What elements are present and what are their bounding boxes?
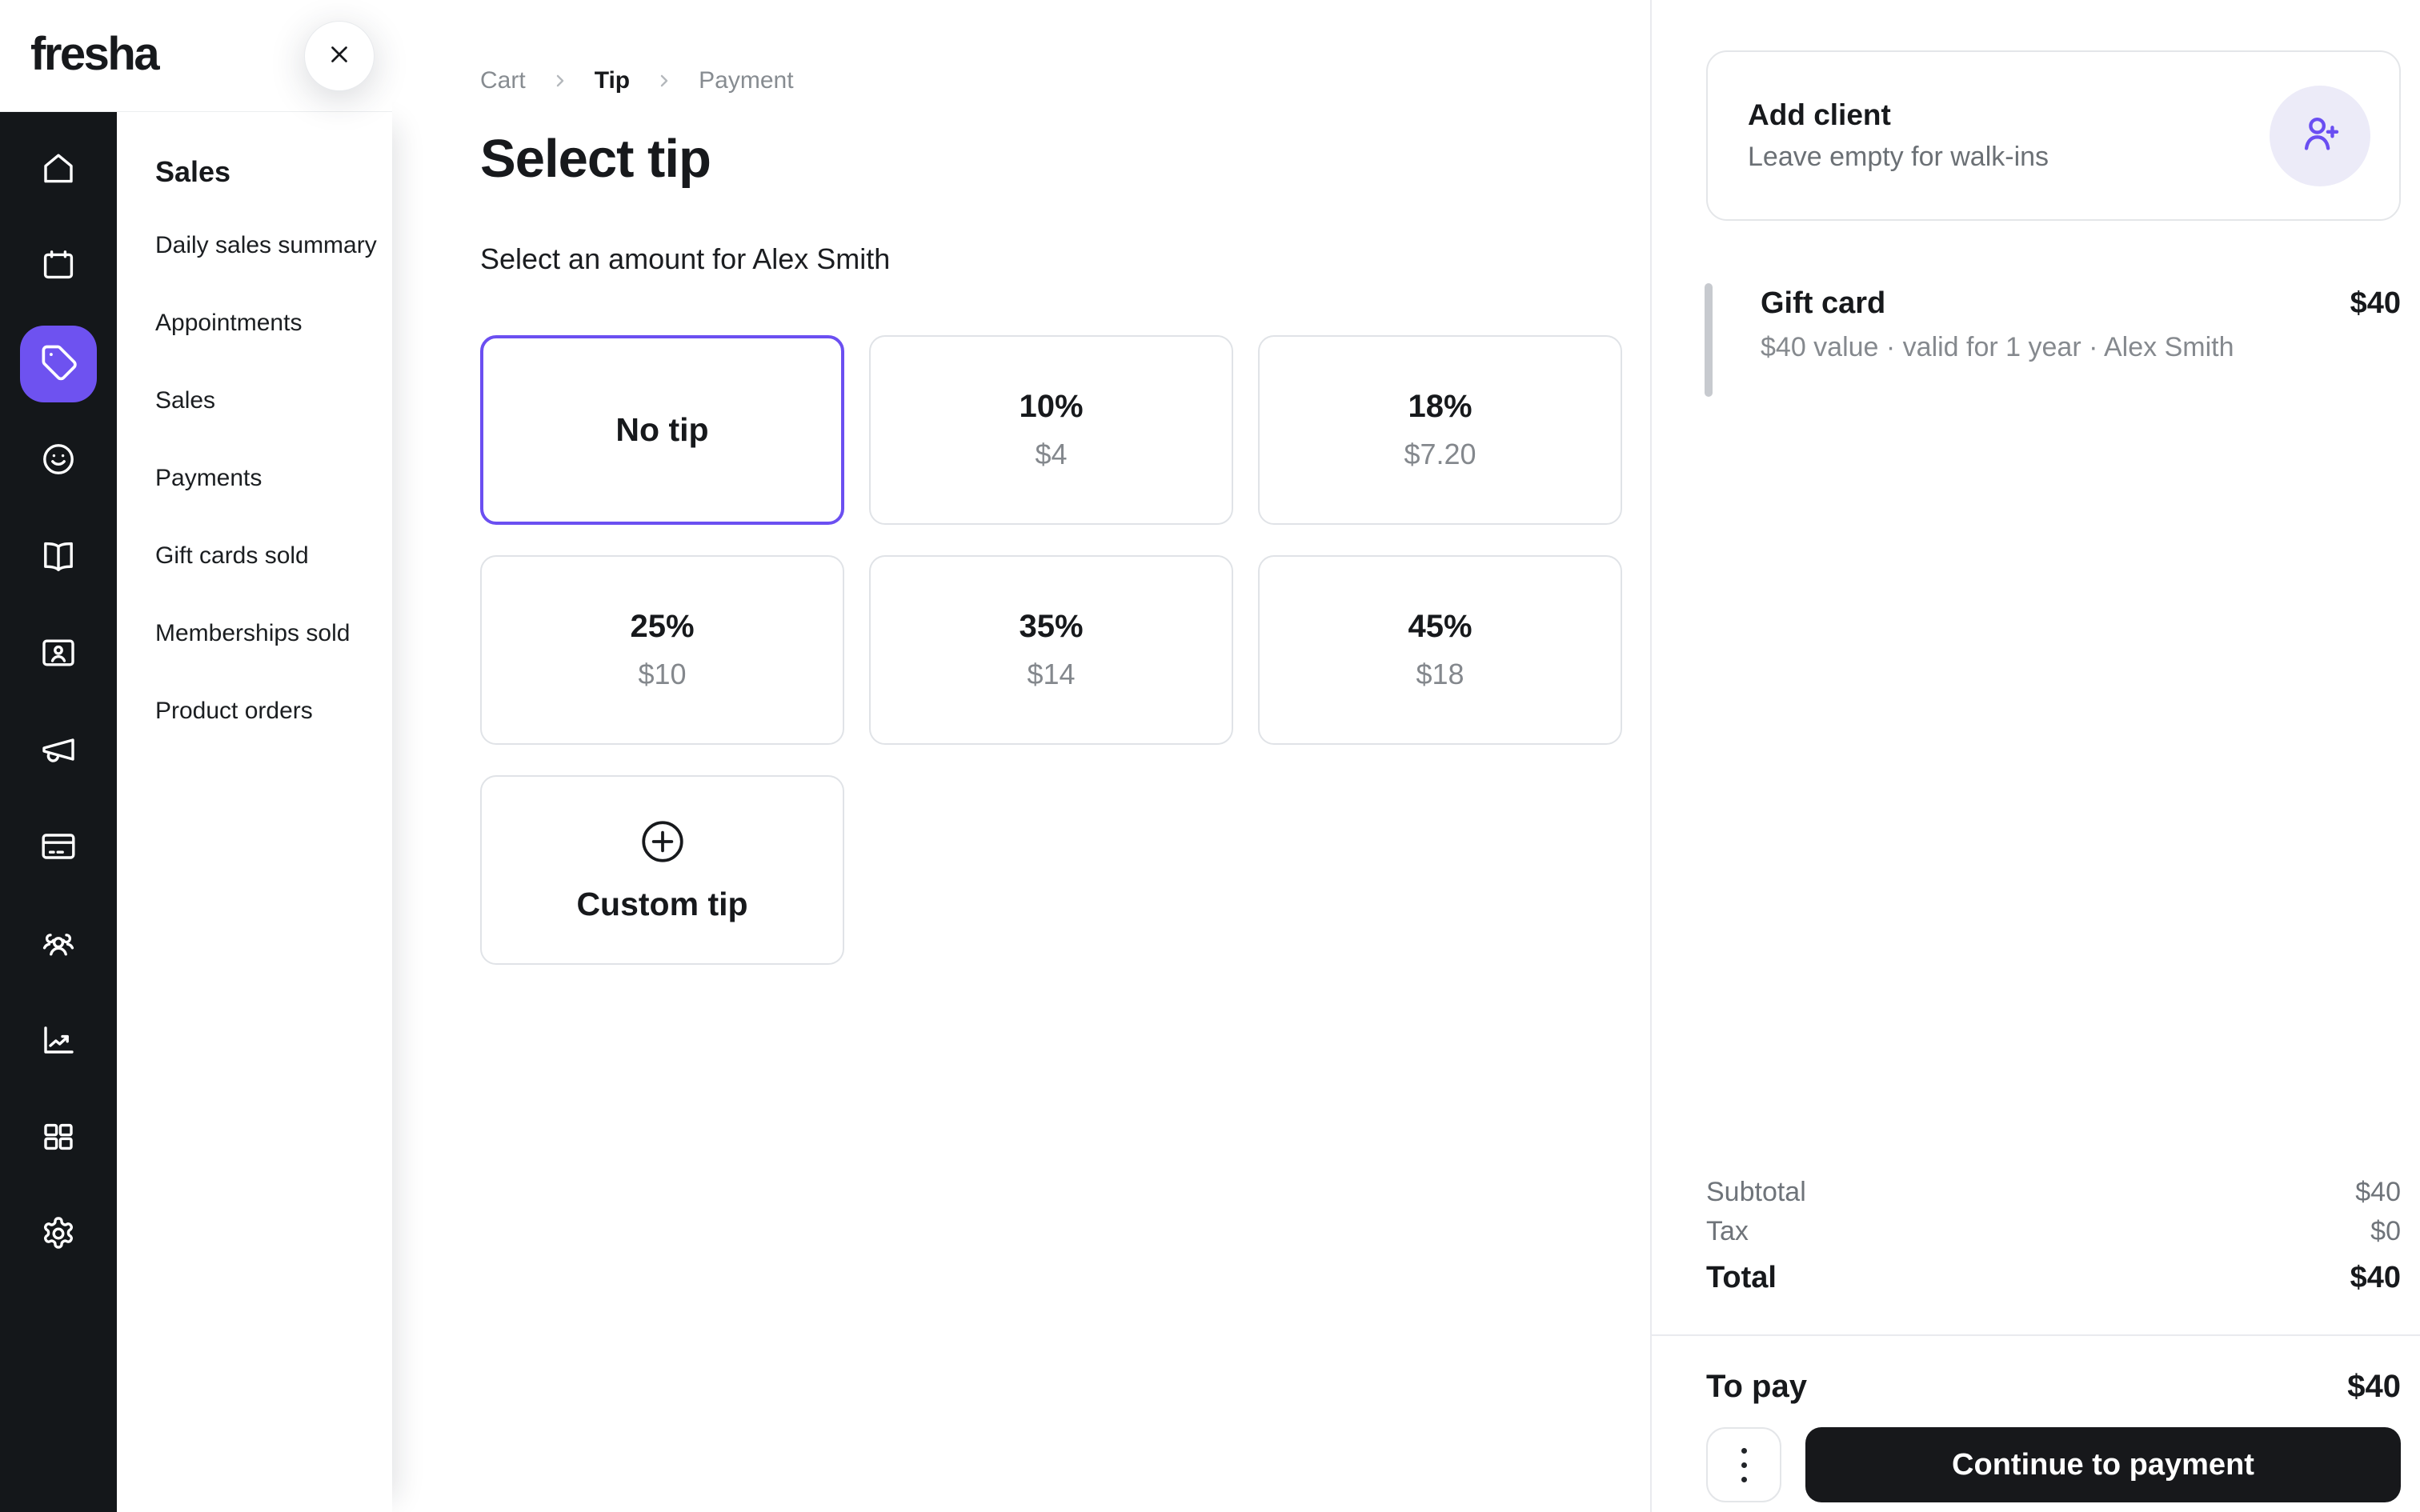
rail-item-settings[interactable] xyxy=(20,1197,97,1274)
rail-item-sales[interactable] xyxy=(20,326,97,402)
rail-item-marketing[interactable] xyxy=(20,713,97,790)
rail-item-clients[interactable] xyxy=(20,422,97,499)
total-label: Total xyxy=(1706,1261,1777,1294)
sidebar-item-payments[interactable]: Payments xyxy=(117,439,392,517)
tip-percent: 18% xyxy=(1408,389,1472,424)
add-client-card[interactable]: Add client Leave empty for walk-ins xyxy=(1706,50,2401,221)
sidebar-item-daily-sales-summary[interactable]: Daily sales summary xyxy=(117,206,392,284)
tip-amount: $7.20 xyxy=(1404,438,1476,470)
chevron-right-icon xyxy=(550,70,571,91)
add-client-title: Add client xyxy=(1748,98,1891,131)
total-row: Total $40 xyxy=(1706,1262,2401,1293)
rail-item-calendar[interactable] xyxy=(20,229,97,306)
sidebar: Sales Daily sales summary Appointments S… xyxy=(117,112,392,1512)
tax-label: Tax xyxy=(1706,1216,1749,1246)
breadcrumb: Cart Tip Payment xyxy=(480,67,1650,94)
rail-item-apps[interactable] xyxy=(20,1100,97,1177)
home-icon xyxy=(39,150,78,192)
tip-percent: 10% xyxy=(1019,389,1084,424)
tip-amount: $14 xyxy=(1027,658,1076,690)
chevron-right-icon xyxy=(654,70,675,91)
kebab-icon xyxy=(1741,1447,1747,1454)
rail-item-team-profiles[interactable] xyxy=(20,616,97,693)
sidebar-item-memberships-sold[interactable]: Memberships sold xyxy=(117,594,392,672)
chart-icon xyxy=(39,1021,78,1063)
tip-card-10-percent[interactable]: 10% $4 xyxy=(869,335,1233,525)
panel-actions: Continue to payment xyxy=(1706,1427,2401,1502)
sidebar-heading: Sales xyxy=(155,155,231,188)
close-icon xyxy=(326,41,353,72)
tip-options-grid: No tip 10% $4 18% $7.20 25% $10 35% $14 … xyxy=(480,335,1650,965)
tag-icon xyxy=(38,342,79,387)
plus-circle-icon xyxy=(638,817,687,866)
rail-item-reports[interactable] xyxy=(20,1003,97,1080)
more-options-button[interactable] xyxy=(1706,1427,1781,1502)
tip-card-label: No tip xyxy=(615,411,709,448)
breadcrumb-tip[interactable]: Tip xyxy=(595,67,630,94)
tip-card-35-percent[interactable]: 35% $14 xyxy=(869,555,1233,745)
credit-card-icon xyxy=(39,827,78,870)
close-button[interactable] xyxy=(304,21,375,91)
calendar-icon xyxy=(39,246,78,289)
tip-card-label: Custom tip xyxy=(576,886,748,922)
rail-item-team[interactable] xyxy=(20,906,97,983)
panel-divider xyxy=(1652,1334,2420,1336)
smiley-icon xyxy=(39,440,78,482)
order-item-details: $40 value · valid for 1 year · Alex Smit… xyxy=(1761,332,2234,362)
tip-percent: 45% xyxy=(1408,609,1472,644)
gear-icon xyxy=(39,1214,78,1257)
sidebar-item-product-orders[interactable]: Product orders xyxy=(117,672,392,750)
book-open-icon xyxy=(39,537,78,579)
continue-to-payment-button[interactable]: Continue to payment xyxy=(1805,1427,2401,1502)
nav-rail xyxy=(0,112,117,1512)
megaphone-icon xyxy=(39,730,78,773)
total-value: $40 xyxy=(2350,1261,2401,1294)
tip-card-18-percent[interactable]: 18% $7.20 xyxy=(1258,335,1622,525)
breadcrumb-cart[interactable]: Cart xyxy=(480,67,526,94)
tip-amount: $10 xyxy=(638,658,687,690)
tip-card-no-tip[interactable]: No tip xyxy=(480,335,844,525)
main-content: Cart Tip Payment Select tip Select an am… xyxy=(392,0,1650,1512)
tip-amount: $4 xyxy=(1035,438,1068,470)
rail-item-payments[interactable] xyxy=(20,810,97,886)
contact-card-icon xyxy=(39,634,78,676)
add-client-text: Add client Leave empty for walk-ins xyxy=(1748,98,2049,173)
order-item-price: $40 xyxy=(2350,286,2401,320)
tip-percent: 25% xyxy=(630,609,695,644)
client-avatar xyxy=(2270,85,2370,186)
user-plus-icon xyxy=(2297,110,2343,161)
to-pay-row: To pay $40 xyxy=(1706,1370,2401,1403)
checkout-summary-panel: Add client Leave empty for walk-ins Gift… xyxy=(1650,0,2420,1512)
tax-row: Tax $0 xyxy=(1706,1218,2401,1245)
order-item-indicator-bar xyxy=(1705,283,1713,397)
tip-card-45-percent[interactable]: 45% $18 xyxy=(1258,555,1622,745)
sidebar-item-gift-cards-sold[interactable]: Gift cards sold xyxy=(117,517,392,594)
page-title: Select tip xyxy=(480,129,711,189)
breadcrumb-payment: Payment xyxy=(699,67,794,94)
rail-item-home[interactable] xyxy=(20,132,97,209)
tip-card-custom[interactable]: Custom tip xyxy=(480,775,844,965)
subtotal-label: Subtotal xyxy=(1706,1177,1806,1207)
rail-item-catalog[interactable] xyxy=(20,519,97,596)
add-client-subtitle: Leave empty for walk-ins xyxy=(1748,142,2049,172)
tip-percent: 35% xyxy=(1019,609,1084,644)
brand-logo: fresha xyxy=(30,27,160,80)
to-pay-value: $40 xyxy=(2347,1369,2401,1404)
grid-icon xyxy=(39,1118,78,1160)
sidebar-item-appointments[interactable]: Appointments xyxy=(117,284,392,362)
page-subtitle: Select an amount for Alex Smith xyxy=(480,242,891,275)
tip-card-25-percent[interactable]: 25% $10 xyxy=(480,555,844,745)
subtotal-row: Subtotal $40 xyxy=(1706,1178,2401,1206)
sidebar-item-sales[interactable]: Sales xyxy=(117,362,392,439)
tip-amount: $18 xyxy=(1416,658,1464,690)
subtotal-value: $40 xyxy=(2355,1177,2401,1207)
tax-value: $0 xyxy=(2370,1216,2401,1246)
to-pay-label: To pay xyxy=(1706,1369,1807,1404)
team-icon xyxy=(39,924,78,966)
order-item-gift-card[interactable]: Gift card $40 $40 value · valid for 1 ye… xyxy=(1705,283,2401,397)
panel-spacer xyxy=(1706,363,2401,1166)
order-item-name: Gift card xyxy=(1761,286,1886,320)
